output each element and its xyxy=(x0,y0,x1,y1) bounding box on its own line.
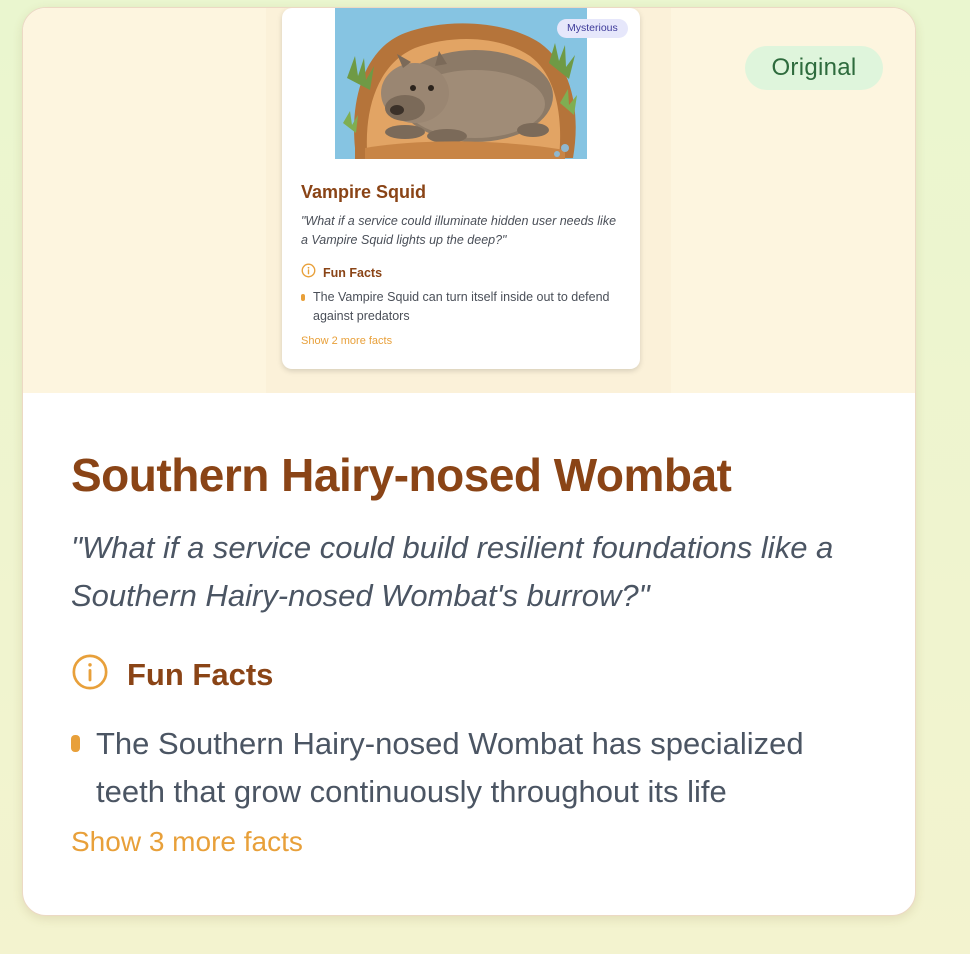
preview-facts-label: Fun Facts xyxy=(323,266,383,280)
fun-facts-label: Fun Facts xyxy=(127,656,274,692)
preview-card[interactable]: Mysterious Vampire Squid "What if a serv… xyxy=(282,8,640,369)
animal-quote: "What if a service could build resilient… xyxy=(71,530,834,613)
card-hero: Mysterious Vampire Squid "What if a serv… xyxy=(23,8,915,393)
preview-show-more-link[interactable]: Show 2 more facts xyxy=(301,335,392,347)
fact-item: The Southern Hairy-nosed Wombat has spec… xyxy=(96,726,804,809)
info-circle-icon xyxy=(301,263,316,283)
preview-quote: "What if a service could illuminate hidd… xyxy=(301,214,617,247)
bullet-dot-icon xyxy=(71,735,80,752)
preview-facts-heading: Fun Facts xyxy=(301,263,382,283)
original-badge: Original xyxy=(745,46,883,90)
category-tag: Mysterious xyxy=(557,19,628,38)
preview-fact-item: The Vampire Squid can turn itself inside… xyxy=(313,290,610,323)
fun-facts-heading: Fun Facts xyxy=(71,653,273,696)
show-more-facts-link[interactable]: Show 3 more facts xyxy=(71,826,303,858)
animal-title: Southern Hairy-nosed Wombat xyxy=(71,449,732,501)
wombat-image xyxy=(335,8,587,159)
bullet-dot-icon xyxy=(301,294,305,301)
preview-title: Vampire Squid xyxy=(301,182,427,202)
info-circle-icon xyxy=(71,653,109,696)
animal-card: Mysterious Vampire Squid "What if a serv… xyxy=(22,7,916,916)
